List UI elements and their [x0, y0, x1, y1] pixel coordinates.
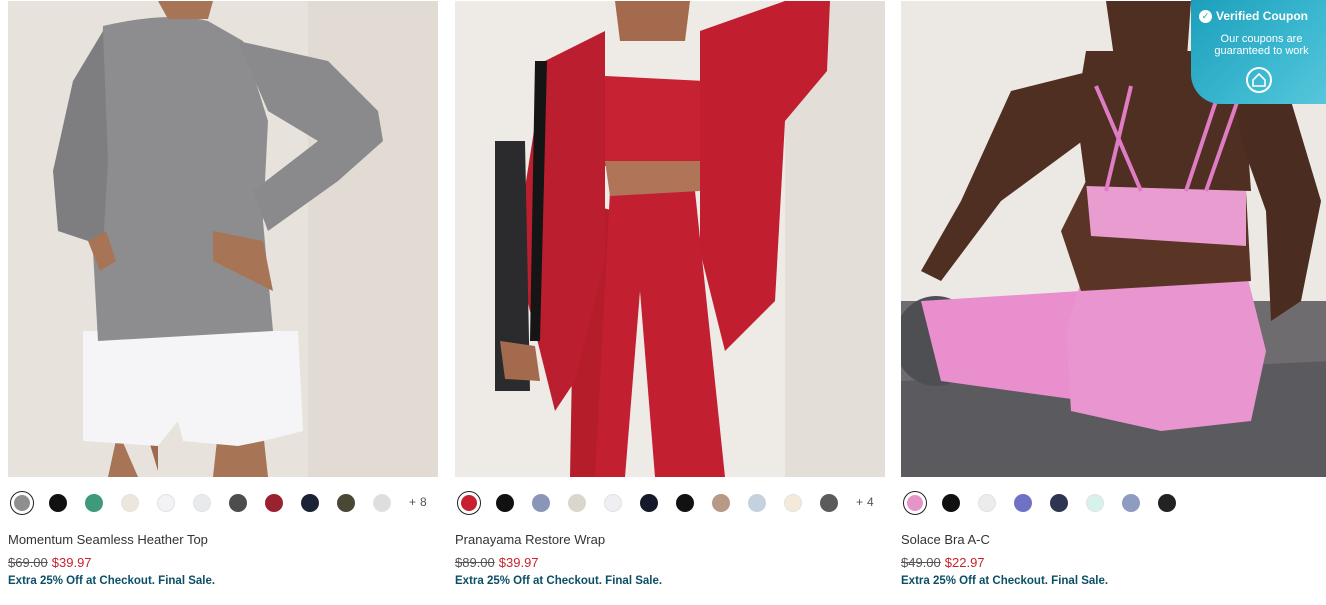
color-swatch[interactable]	[337, 494, 355, 512]
original-price: $49.00	[901, 555, 941, 570]
product-name[interactable]: Solace Bra A-C	[901, 532, 990, 547]
color-swatch[interactable]	[942, 494, 960, 512]
color-swatch[interactable]	[1086, 494, 1104, 512]
promo-text: Extra 25% Off at Checkout. Final Sale.	[455, 575, 663, 587]
color-swatch[interactable]	[85, 494, 103, 512]
color-swatch[interactable]	[748, 494, 766, 512]
color-swatch-fill	[14, 495, 30, 511]
color-swatch[interactable]	[457, 491, 481, 515]
color-swatch[interactable]	[121, 494, 139, 512]
color-swatch[interactable]	[157, 494, 175, 512]
product-grid: + 8 Momentum Seamless Heather Top $69.00…	[0, 0, 1326, 605]
color-swatch[interactable]	[604, 494, 622, 512]
color-swatch[interactable]	[568, 494, 586, 512]
coupon-title: ✓ Verified Coupon	[1199, 9, 1324, 23]
coupon-body: Our coupons are guaranteed to work	[1214, 33, 1309, 57]
color-swatches	[901, 490, 1326, 516]
product-image-gray-top[interactable]	[8, 1, 438, 477]
verified-coupon-badge[interactable]: ✓ Verified Coupon Our coupons are guaran…	[1191, 0, 1326, 104]
color-swatches: + 4	[455, 490, 885, 516]
sale-price: $22.97	[944, 555, 985, 570]
product-card[interactable]: + 4 Pranayama Restore Wrap $89.00 $39.97 …	[455, 0, 885, 605]
promo-text: Extra 25% Off at Checkout. Final Sale.	[8, 575, 216, 587]
original-price: $89.00	[455, 555, 495, 570]
color-swatch[interactable]	[373, 494, 391, 512]
coupon-title-text: Verified Coupon	[1216, 9, 1309, 23]
more-colors-link[interactable]: + 4	[856, 495, 874, 509]
color-swatch[interactable]	[903, 491, 927, 515]
color-swatch[interactable]	[49, 494, 67, 512]
color-swatch[interactable]	[1050, 494, 1068, 512]
color-swatch[interactable]	[229, 494, 247, 512]
color-swatch[interactable]	[1014, 494, 1032, 512]
product-price: $69.00 $39.97	[8, 555, 92, 570]
product-price: $89.00 $39.97	[455, 555, 539, 570]
color-swatch[interactable]	[10, 491, 34, 515]
sale-price: $39.97	[51, 555, 92, 570]
product-name[interactable]: Pranayama Restore Wrap	[455, 532, 605, 547]
color-swatch[interactable]	[640, 494, 658, 512]
color-swatch[interactable]	[820, 494, 838, 512]
check-icon: ✓	[1199, 9, 1212, 23]
more-colors-link[interactable]: + 8	[409, 495, 427, 509]
color-swatch[interactable]	[712, 494, 730, 512]
original-price: $69.00	[8, 555, 48, 570]
color-swatch[interactable]	[265, 494, 283, 512]
product-image-red-wrap[interactable]	[455, 1, 885, 477]
promo-text: Extra 25% Off at Checkout. Final Sale.	[901, 575, 1109, 587]
color-swatch-fill	[461, 495, 477, 511]
color-swatch[interactable]	[301, 494, 319, 512]
color-swatch[interactable]	[784, 494, 802, 512]
product-card[interactable]: + 8 Momentum Seamless Heather Top $69.00…	[8, 0, 438, 605]
shield-home-icon[interactable]	[1246, 67, 1272, 93]
color-swatches: + 8	[8, 490, 438, 516]
color-swatch[interactable]	[193, 494, 211, 512]
sale-price: $39.97	[498, 555, 539, 570]
color-swatch[interactable]	[978, 494, 996, 512]
product-price: $49.00 $22.97	[901, 555, 985, 570]
color-swatch[interactable]	[1158, 494, 1176, 512]
color-swatch[interactable]	[532, 494, 550, 512]
color-swatch[interactable]	[1122, 494, 1140, 512]
product-name[interactable]: Momentum Seamless Heather Top	[8, 532, 208, 547]
color-swatch[interactable]	[676, 494, 694, 512]
color-swatch[interactable]	[496, 494, 514, 512]
color-swatch-fill	[907, 495, 923, 511]
